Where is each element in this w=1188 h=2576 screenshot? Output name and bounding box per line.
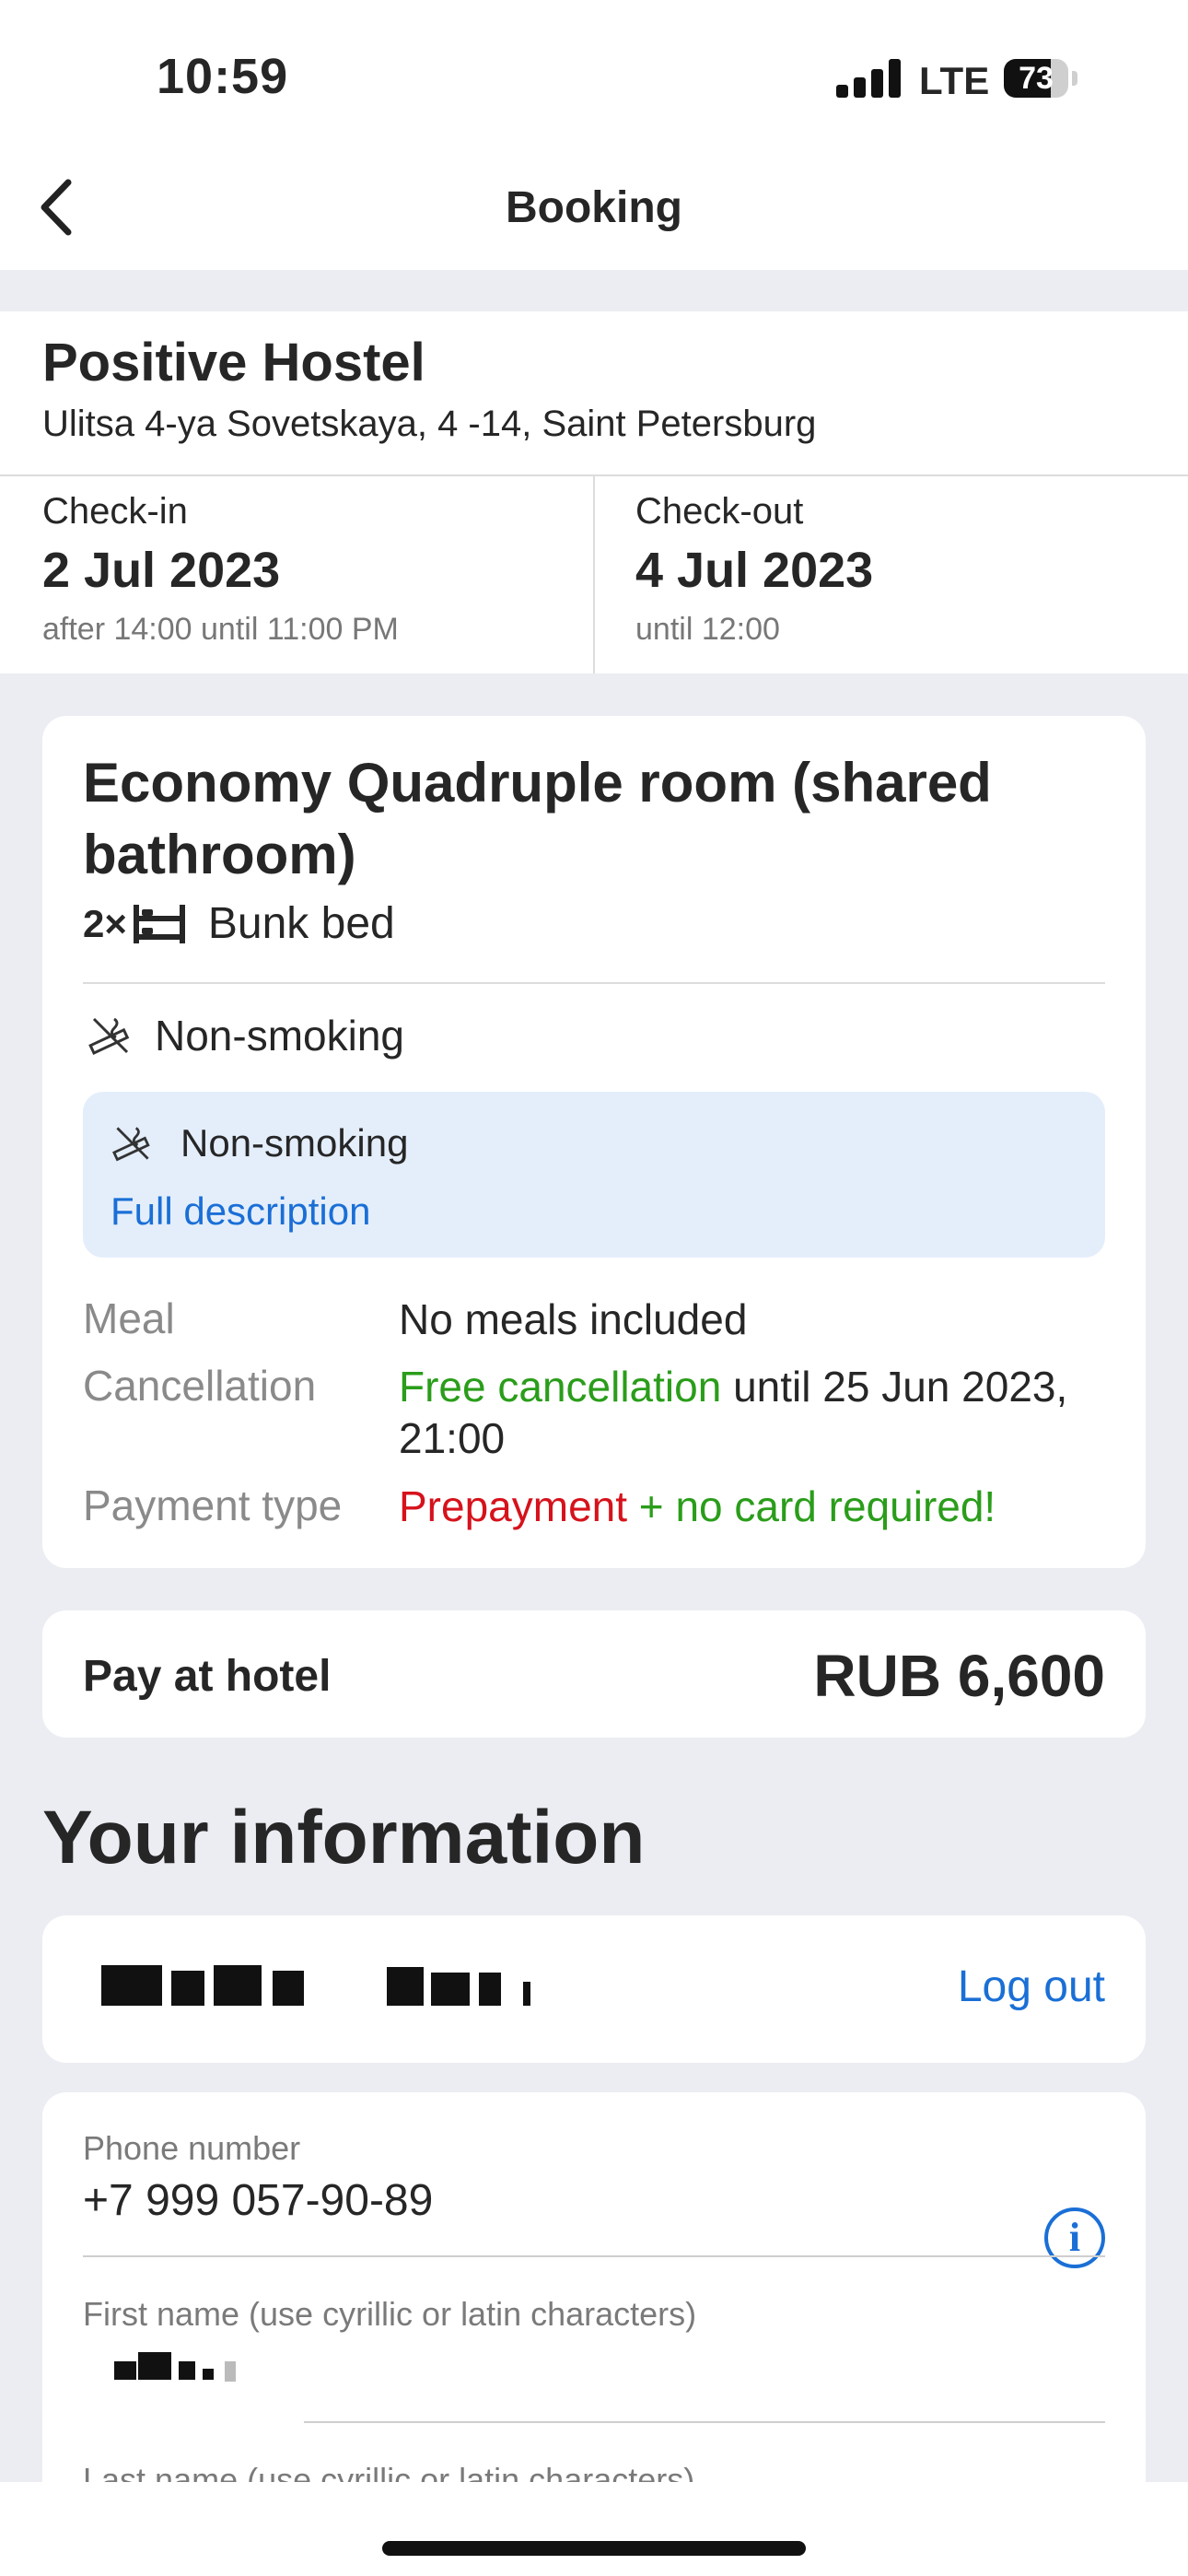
full-description-link[interactable]: Full description [111,1189,370,1234]
page-title: Booking [506,183,682,232]
network-label: LTE [919,59,990,102]
divider [304,2421,1105,2423]
prepayment: Prepayment [399,1482,628,1530]
no-card-required: + no card required! [627,1482,996,1530]
cancellation-label: Cancellation [83,1362,317,1410]
room-card: Economy Quadruple room (shared bathroom)… [42,716,1146,1568]
checkout-note: until 12:00 [635,612,780,647]
battery-icon: 73 [1004,59,1068,98]
bed-info: 2× Bunk bed [83,898,395,949]
meal-label: Meal [83,1294,175,1342]
no-smoking-icon [88,1017,130,1055]
first-name-input[interactable] [83,2341,1105,2406]
pay-label: Pay at hotel [83,1652,332,1701]
battery-level: 73 [1019,61,1054,96]
hotel-summary: Positive Hostel Ulitsa 4-ya Sovetskaya, … [0,311,1188,673]
checkout-date: 4 Jul 2023 [635,543,874,598]
cancellation-value: Free cancellation until 25 Jun 2023, 21:… [399,1361,1099,1464]
description-row: Non-smoking [111,1121,408,1165]
divider [83,982,1105,984]
first-name-label: First name (use cyrillic or latin charac… [83,2295,697,2333]
divider [83,2255,1105,2257]
bed-multiplier: 2× [83,901,127,945]
checkin-note: after 14:00 until 11:00 PM [42,612,399,647]
checkin-block: Check-in 2 Jul 2023 after 14:00 until 11… [42,491,399,648]
home-bar-area [0,2482,1188,2576]
checkin-date: 2 Jul 2023 [42,543,281,598]
pay-at-hotel-card: Pay at hotel RUB 6,600 [42,1610,1146,1738]
your-information-title: Your information [42,1796,646,1879]
booking-screen: 10:59 LTE 73 Booking Positive Hostel Uli… [0,0,1188,2576]
home-indicator[interactable] [382,2541,806,2556]
meal-value: No meals included [399,1295,748,1343]
info-icon[interactable]: i [1044,2207,1105,2268]
checkout-block: Check-out 4 Jul 2023 until 12:00 [635,491,873,648]
smoking-label: Non-smoking [155,1012,404,1060]
phone-label: Phone number [83,2129,301,2167]
checkout-label: Check-out [635,491,804,532]
description-box: Non-smoking Full description [83,1092,1105,1258]
bed-label: Bunk bed [207,899,395,948]
payment-value: Prepayment + no card required! [399,1481,1099,1532]
phone-input[interactable]: +7 999 057-90-89 [83,2175,433,2226]
hotel-name: Positive Hostel [42,333,425,392]
bunk-bed-icon [133,904,185,943]
divider [593,476,595,673]
checkin-label: Check-in [42,491,188,532]
status-time: 10:59 [157,49,289,104]
smoking-policy: Non-smoking [87,1011,404,1060]
logout-link[interactable]: Log out [958,1961,1105,2012]
free-cancellation: Free cancellation [399,1363,722,1411]
description-label: Non-smoking [181,1121,409,1165]
signal-icon [836,59,901,98]
pay-amount: RUB 6,600 [813,1643,1105,1709]
room-title: Economy Quadruple room (shared bathroom) [83,752,992,885]
payment-label: Payment type [83,1481,343,1529]
hotel-address: Ulitsa 4-ya Sovetskaya, 4 -14, Saint Pet… [42,404,817,444]
battery-tip [1072,71,1077,86]
no-smoking-icon [112,1127,150,1162]
account-card: Log out [42,1915,1146,2063]
